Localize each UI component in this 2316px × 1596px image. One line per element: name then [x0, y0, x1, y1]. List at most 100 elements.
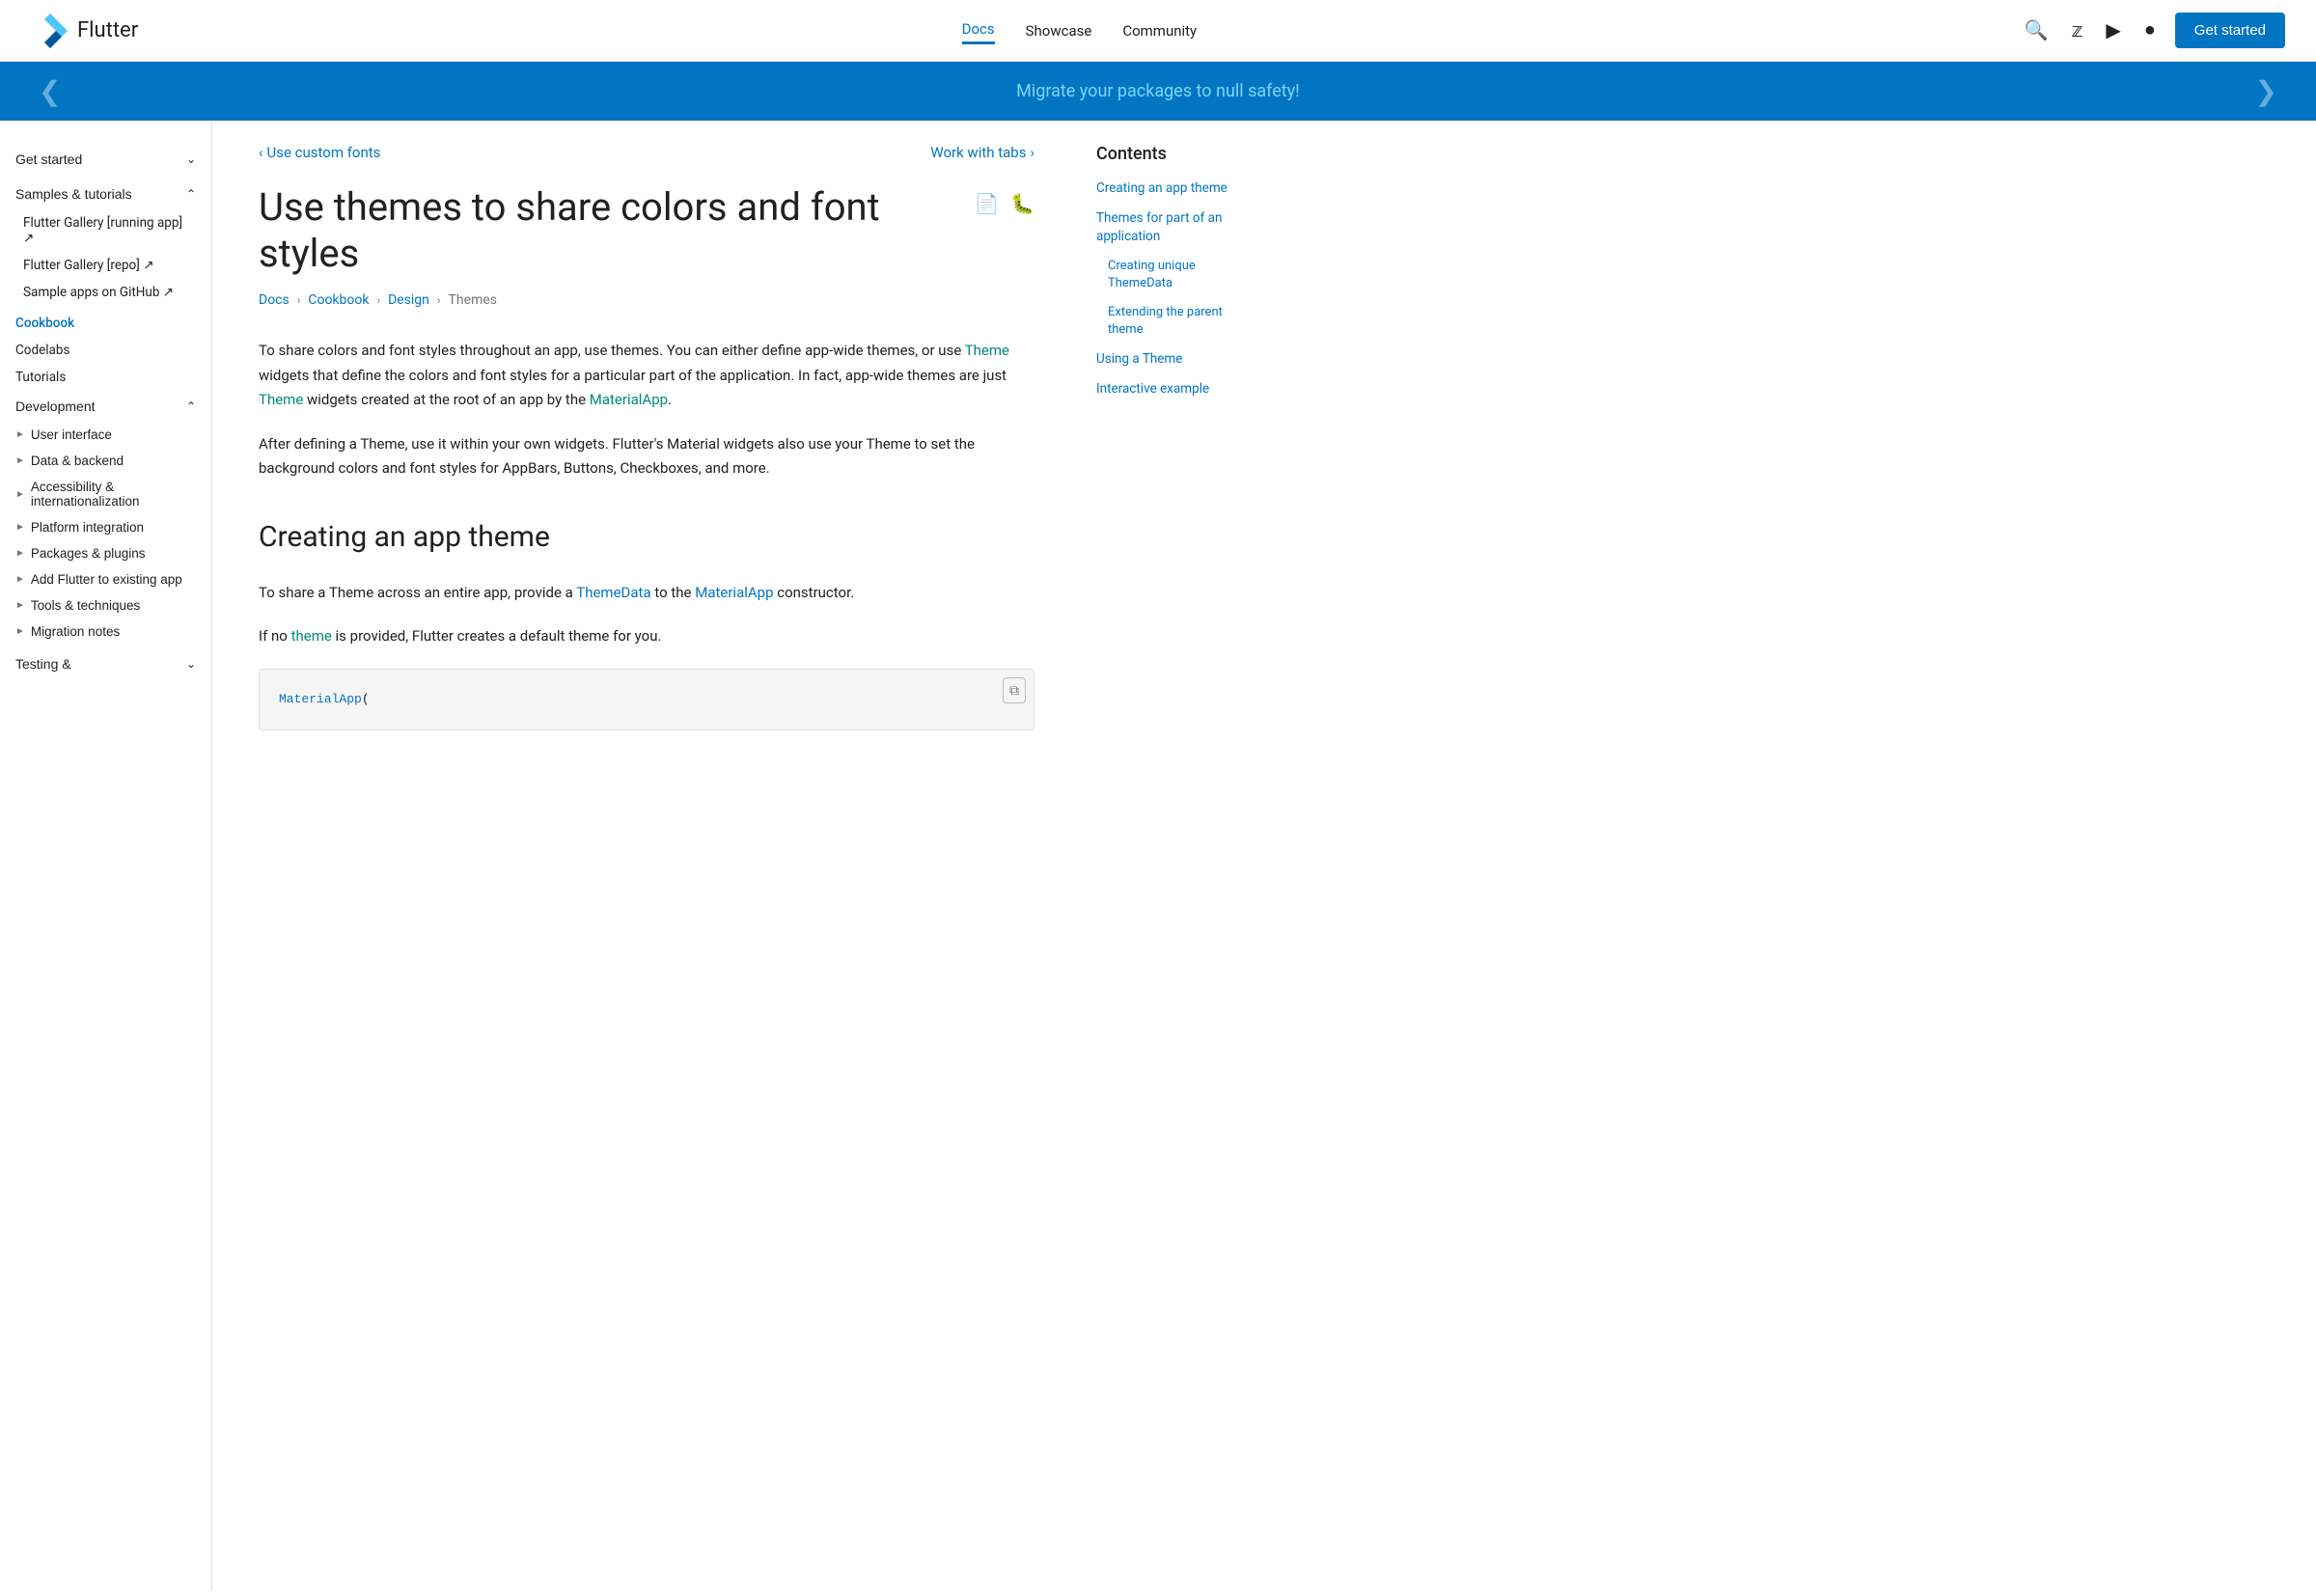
sidebar-get-started-label: Get started	[15, 151, 82, 167]
sidebar-data-backend-label: Data & backend	[31, 454, 124, 468]
sidebar-tools-label: Tools & techniques	[31, 598, 140, 613]
contents-link-themes-part[interactable]: Themes for part of an application	[1096, 209, 1258, 246]
sidebar-item-sample-apps[interactable]: Sample apps on GitHub ↗	[0, 279, 211, 306]
arrow-right-icon-3: ►	[15, 489, 25, 500]
sidebar-item-cookbook[interactable]: Cookbook	[0, 310, 211, 337]
sidebar-item-codelabs[interactable]: Codelabs	[0, 337, 211, 364]
sidebar-packages-label: Packages & plugins	[31, 546, 146, 561]
paragraph-2: After defining a Theme, use it within yo…	[259, 432, 1034, 482]
arrow-right-icon: ►	[15, 429, 25, 440]
header-icons: 🔍 𝕫 ▶ ● Get started	[2021, 13, 2285, 48]
sidebar-item-migration-notes[interactable]: ► Migration notes	[0, 619, 211, 645]
contents-panel: Contents Creating an app theme Themes fo…	[1081, 121, 1274, 1591]
breadcrumb-sep-1: ›	[297, 293, 301, 307]
next-page-label: Work with tabs	[930, 144, 1026, 161]
sidebar-add-flutter-label: Add Flutter to existing app	[31, 572, 182, 587]
sidebar-development-label: Development	[15, 399, 96, 414]
materialapp-link-1[interactable]: MaterialApp	[590, 391, 668, 408]
banner-next-button[interactable]: ❯	[2255, 75, 2277, 107]
theme-link-1[interactable]: Theme	[965, 342, 1009, 359]
contents-link-creating-app-theme[interactable]: Creating an app theme	[1096, 179, 1258, 198]
next-page-link[interactable]: Work with tabs ›	[930, 144, 1034, 161]
sidebar-item-flutter-gallery-running[interactable]: Flutter Gallery [running app] ↗	[0, 209, 211, 252]
prev-page-link[interactable]: ‹ Use custom fonts	[259, 144, 380, 161]
main-content: ‹ Use custom fonts Work with tabs › Use …	[212, 121, 1081, 1591]
sidebar-samples-toggle[interactable]: Samples & tutorials ⌃	[0, 179, 211, 209]
sidebar-item-accessibility[interactable]: ► Accessibility & internationalization	[0, 474, 211, 514]
breadcrumb: Docs › Cookbook › Design › Themes	[259, 292, 1034, 308]
title-action-icons: 📄 🐛	[975, 192, 1034, 216]
banner-prev-button[interactable]: ❮	[39, 75, 61, 107]
sidebar-item-packages-plugins[interactable]: ► Packages & plugins	[0, 540, 211, 566]
arrow-right-icon-8: ►	[15, 626, 25, 637]
sidebar-item-tutorials[interactable]: Tutorials	[0, 364, 211, 391]
chevron-left-icon: ‹	[259, 144, 263, 161]
intro-paragraph: To share colors and font styles througho…	[259, 339, 1034, 413]
sidebar-development-toggle[interactable]: Development ⌃	[0, 391, 211, 422]
header-left: Flutter	[31, 12, 138, 50]
source-file-icon[interactable]: 📄	[975, 192, 999, 216]
sidebar-get-started-toggle[interactable]: Get started ⌄	[0, 144, 211, 175]
github-icon[interactable]: ●	[2140, 15, 2160, 45]
themedata-link[interactable]: ThemeData	[576, 584, 650, 601]
materialapp-link-2[interactable]: MaterialApp	[695, 584, 773, 601]
nav-showcase[interactable]: Showcase	[1026, 18, 1092, 43]
sidebar: Get started ⌄ Samples & tutorials ⌃ Flut…	[0, 121, 212, 1591]
sidebar-section-development: Development ⌃ ► User interface ► Data & …	[0, 391, 211, 645]
chevron-down-icon: ⌄	[186, 152, 196, 166]
breadcrumb-cookbook[interactable]: Cookbook	[308, 292, 369, 308]
get-started-button[interactable]: Get started	[2175, 13, 2285, 48]
header: Flutter Docs Showcase Community 🔍 𝕫 ▶ ● …	[0, 0, 2316, 62]
flutter-logo-icon	[31, 12, 69, 50]
sidebar-item-user-interface[interactable]: ► User interface	[0, 422, 211, 448]
theme-link-2[interactable]: Theme	[259, 391, 303, 408]
theme-link-3[interactable]: theme	[291, 627, 332, 645]
flutter-logo[interactable]: Flutter	[31, 12, 138, 50]
breadcrumb-docs[interactable]: Docs	[259, 292, 290, 308]
sidebar-item-data-backend[interactable]: ► Data & backend	[0, 448, 211, 474]
nav-docs[interactable]: Docs	[962, 16, 995, 44]
prev-page-label: Use custom fonts	[267, 144, 381, 161]
page-title: Use themes to share colors and font styl…	[259, 184, 975, 277]
search-icon[interactable]: 🔍	[2021, 14, 2053, 46]
sidebar-section-samples: Samples & tutorials ⌃ Flutter Gallery [r…	[0, 179, 211, 306]
contents-link-interactive[interactable]: Interactive example	[1096, 380, 1258, 399]
sidebar-section-testing: Testing & ⌄	[0, 648, 211, 679]
arrow-right-icon-4: ►	[15, 522, 25, 533]
code-copy-button[interactable]: ⧉	[1003, 677, 1026, 703]
arrow-right-icon-2: ►	[15, 455, 25, 466]
arrow-right-icon-7: ►	[15, 600, 25, 611]
sidebar-user-interface-label: User interface	[31, 427, 112, 442]
title-row: Use themes to share colors and font styl…	[259, 184, 1034, 277]
youtube-icon[interactable]: ▶	[2102, 14, 2124, 46]
chevron-down-icon-testing: ⌄	[186, 657, 196, 671]
banner-text: Migrate your packages to null safety!	[1016, 81, 1300, 101]
sidebar-platform-label: Platform integration	[31, 520, 144, 535]
arrow-right-icon-6: ►	[15, 574, 25, 585]
announcement-banner: ❮ Migrate your packages to null safety! …	[0, 62, 2316, 121]
contents-link-using-theme[interactable]: Using a Theme	[1096, 350, 1258, 369]
breadcrumb-sep-2: ›	[376, 293, 380, 307]
section1-paragraph2: If no theme is provided, Flutter creates…	[259, 624, 1034, 649]
main-layout: Get started ⌄ Samples & tutorials ⌃ Flut…	[0, 121, 2316, 1591]
sidebar-item-tools-techniques[interactable]: ► Tools & techniques	[0, 592, 211, 619]
contents-link-creating-unique[interactable]: Creating unique ThemeData	[1096, 258, 1258, 292]
arrow-right-icon-5: ►	[15, 548, 25, 559]
breadcrumb-sep-3: ›	[437, 293, 441, 307]
section1-paragraph1: To share a Theme across an entire app, p…	[259, 581, 1034, 606]
sidebar-testing-toggle[interactable]: Testing & ⌄	[0, 648, 211, 679]
sidebar-samples-label: Samples & tutorials	[15, 186, 132, 202]
sidebar-item-add-flutter[interactable]: ► Add Flutter to existing app	[0, 566, 211, 592]
chevron-up-icon: ⌃	[186, 187, 196, 201]
sidebar-migration-label: Migration notes	[31, 624, 120, 639]
sidebar-item-platform-integration[interactable]: ► Platform integration	[0, 514, 211, 540]
contents-link-extending-parent[interactable]: Extending the parent theme	[1096, 304, 1258, 339]
article-body: To share colors and font styles througho…	[259, 339, 1034, 730]
page-navigation: ‹ Use custom fonts Work with tabs ›	[259, 144, 1034, 161]
header-nav: Docs Showcase Community	[962, 16, 1198, 44]
breadcrumb-design[interactable]: Design	[388, 292, 429, 308]
sidebar-item-flutter-gallery-repo[interactable]: Flutter Gallery [repo] ↗	[0, 252, 211, 279]
nav-community[interactable]: Community	[1122, 18, 1197, 43]
twitter-icon[interactable]: 𝕫	[2068, 14, 2087, 46]
bug-report-icon[interactable]: 🐛	[1010, 192, 1034, 216]
